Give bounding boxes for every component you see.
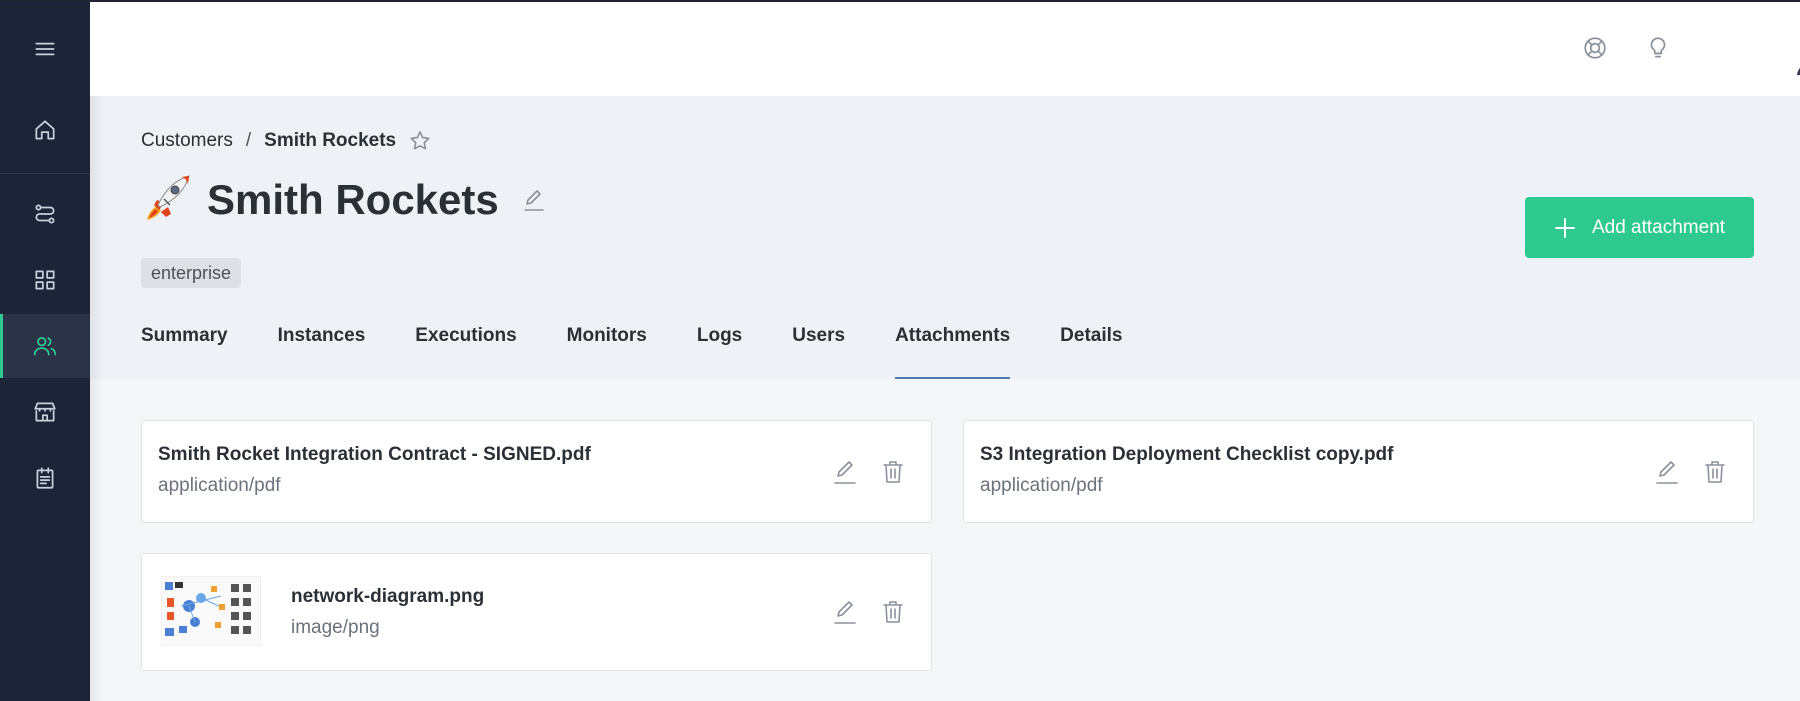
window-top-border (0, 0, 1800, 2)
edit-icon[interactable] (1655, 459, 1679, 485)
sidebar-item-integrations[interactable] (0, 182, 90, 246)
sidebar-item-marketplace[interactable] (0, 380, 90, 444)
edit-title-icon[interactable] (523, 188, 545, 212)
tab-users[interactable]: Users (792, 318, 845, 379)
attachment-card: network-diagram.png image/png (141, 553, 932, 671)
sidebar-divider (0, 173, 90, 174)
plus-icon (1554, 217, 1575, 238)
attachment-card: S3 Integration Deployment Checklist copy… (963, 420, 1754, 523)
tab-logs[interactable]: Logs (697, 318, 742, 379)
tab-executions[interactable]: Executions (415, 318, 516, 379)
edit-icon[interactable] (833, 459, 857, 485)
tab-instances[interactable]: Instances (278, 318, 366, 379)
sidebar-item-logs[interactable] (0, 446, 90, 510)
favorite-star-icon[interactable] (408, 129, 432, 153)
breadcrumb-separator: / (245, 130, 252, 151)
tab-attachments[interactable]: Attachments (895, 318, 1011, 379)
tab-bar: Summary Instances Executions Monitors Lo… (141, 318, 1172, 379)
top-header (90, 0, 1800, 96)
attachment-thumbnail[interactable] (160, 575, 262, 647)
sidebar-shadow (90, 96, 104, 701)
store-icon (34, 402, 56, 422)
customer-label-tag: enterprise (141, 258, 242, 288)
attachment-actions (1655, 459, 1727, 485)
home-icon (35, 120, 55, 140)
attachment-card: Smith Rocket Integration Contract - SIGN… (141, 420, 932, 523)
breadcrumb-current: Smith Rockets (264, 130, 397, 151)
grid-icon (35, 270, 55, 290)
attachment-name: network-diagram.png (291, 586, 485, 607)
attachment-type: image/png (291, 617, 380, 638)
trash-icon[interactable] (1703, 459, 1727, 485)
calendar-icon (36, 467, 54, 489)
title-row: Smith Rockets (139, 172, 545, 228)
rocket-icon (139, 172, 193, 228)
attachment-name: Smith Rocket Integration Contract - SIGN… (158, 444, 591, 465)
add-attachment-label: Add attachment (1591, 216, 1726, 238)
sidebar-item-home[interactable] (0, 98, 90, 162)
sidebar-item-dashboard[interactable] (0, 248, 90, 312)
trash-icon[interactable] (881, 459, 905, 485)
help-icon[interactable] (1580, 33, 1610, 63)
attachment-actions (833, 599, 905, 625)
sidebar-item-customers[interactable] (0, 314, 90, 378)
edit-icon[interactable] (833, 599, 857, 625)
lightbulb-icon[interactable] (1643, 33, 1673, 63)
breadcrumb-customers[interactable]: Customers (141, 130, 233, 152)
flow-icon (35, 204, 55, 224)
attachment-actions (833, 459, 905, 485)
users-icon (33, 337, 57, 356)
attachment-type: application/pdf (980, 475, 1103, 496)
menu-icon[interactable] (0, 17, 90, 81)
tab-summary[interactable]: Summary (141, 318, 228, 379)
trash-icon[interactable] (881, 599, 905, 625)
add-attachment-button[interactable]: Add attachment (1525, 197, 1754, 258)
attachment-name: S3 Integration Deployment Checklist copy… (980, 444, 1394, 465)
tab-monitors[interactable]: Monitors (567, 318, 647, 379)
sidebar (0, 0, 90, 701)
avatar[interactable] (1793, 21, 1800, 75)
attachment-type: application/pdf (158, 475, 281, 496)
breadcrumb: Customers / Smith Rockets (141, 129, 432, 153)
page-title: Smith Rockets (207, 176, 499, 223)
tab-details[interactable]: Details (1060, 318, 1122, 379)
